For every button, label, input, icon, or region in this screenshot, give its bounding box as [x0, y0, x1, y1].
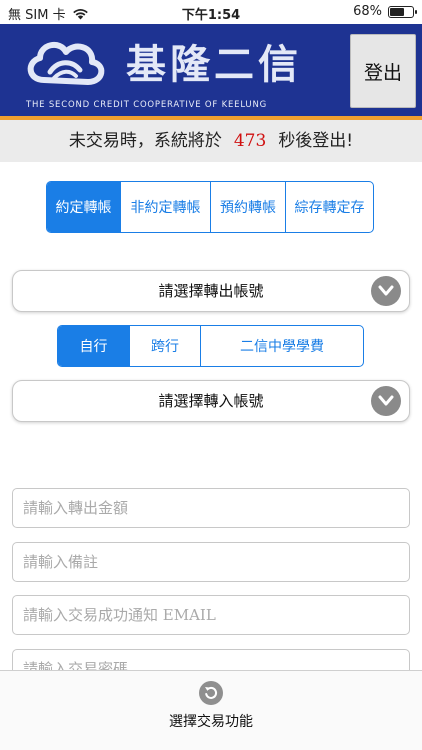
tab-non-agreed-transfer[interactable]: 非約定轉帳: [121, 182, 211, 232]
tab-school-tuition[interactable]: 二信中學學費: [201, 326, 363, 366]
battery-icon: [388, 5, 417, 18]
undo-icon: [199, 681, 223, 705]
to-account-select[interactable]: 請選擇轉入帳號: [12, 380, 410, 422]
bank-tabs: 自行 跨行 二信中學學費: [57, 325, 364, 367]
tab-scheduled-transfer[interactable]: 預約轉帳: [211, 182, 286, 232]
amount-input[interactable]: [12, 488, 410, 528]
bank-logo-icon: [27, 41, 105, 85]
tab-same-bank[interactable]: 自行: [58, 326, 130, 366]
status-bar: 無 SIM 卡 下午1:54 68%: [0, 0, 422, 24]
bank-name: 基隆二信: [126, 42, 302, 88]
from-account-select[interactable]: 請選擇轉出帳號: [12, 270, 410, 312]
to-account-placeholder: 請選擇轉入帳號: [158, 392, 264, 410]
function-menu-button[interactable]: 選擇交易功能: [0, 670, 422, 750]
bank-subtitle: THE SECOND CREDIT COOPERATIVE OF KEELUNG: [26, 100, 268, 110]
chevron-down-icon: [371, 386, 401, 416]
transfer-type-tabs: 約定轉帳 非約定轉帳 預約轉帳 綜存轉定存: [46, 181, 374, 233]
tab-deposit-to-time[interactable]: 綜存轉定存: [286, 182, 373, 232]
bank-header: 基隆二信 THE SECOND CREDIT COOPERATIVE OF KE…: [0, 24, 422, 120]
battery-percent: 68%: [353, 4, 382, 19]
tab-inter-bank[interactable]: 跨行: [130, 326, 201, 366]
timer-prefix: 未交易時，系統將於: [68, 131, 222, 151]
timer-suffix: 秒後登出!: [278, 131, 354, 151]
function-menu-label: 選擇交易功能: [169, 714, 253, 730]
session-timer: 未交易時，系統將於 473 秒後登出!: [0, 120, 422, 162]
tab-agreed-transfer[interactable]: 約定轉帳: [47, 182, 121, 232]
logout-button[interactable]: 登出: [350, 34, 416, 108]
timer-seconds: 473: [233, 131, 267, 151]
email-input[interactable]: [12, 595, 410, 635]
memo-input[interactable]: [12, 542, 410, 582]
chevron-down-icon: [371, 276, 401, 306]
from-account-placeholder: 請選擇轉出帳號: [158, 282, 264, 300]
